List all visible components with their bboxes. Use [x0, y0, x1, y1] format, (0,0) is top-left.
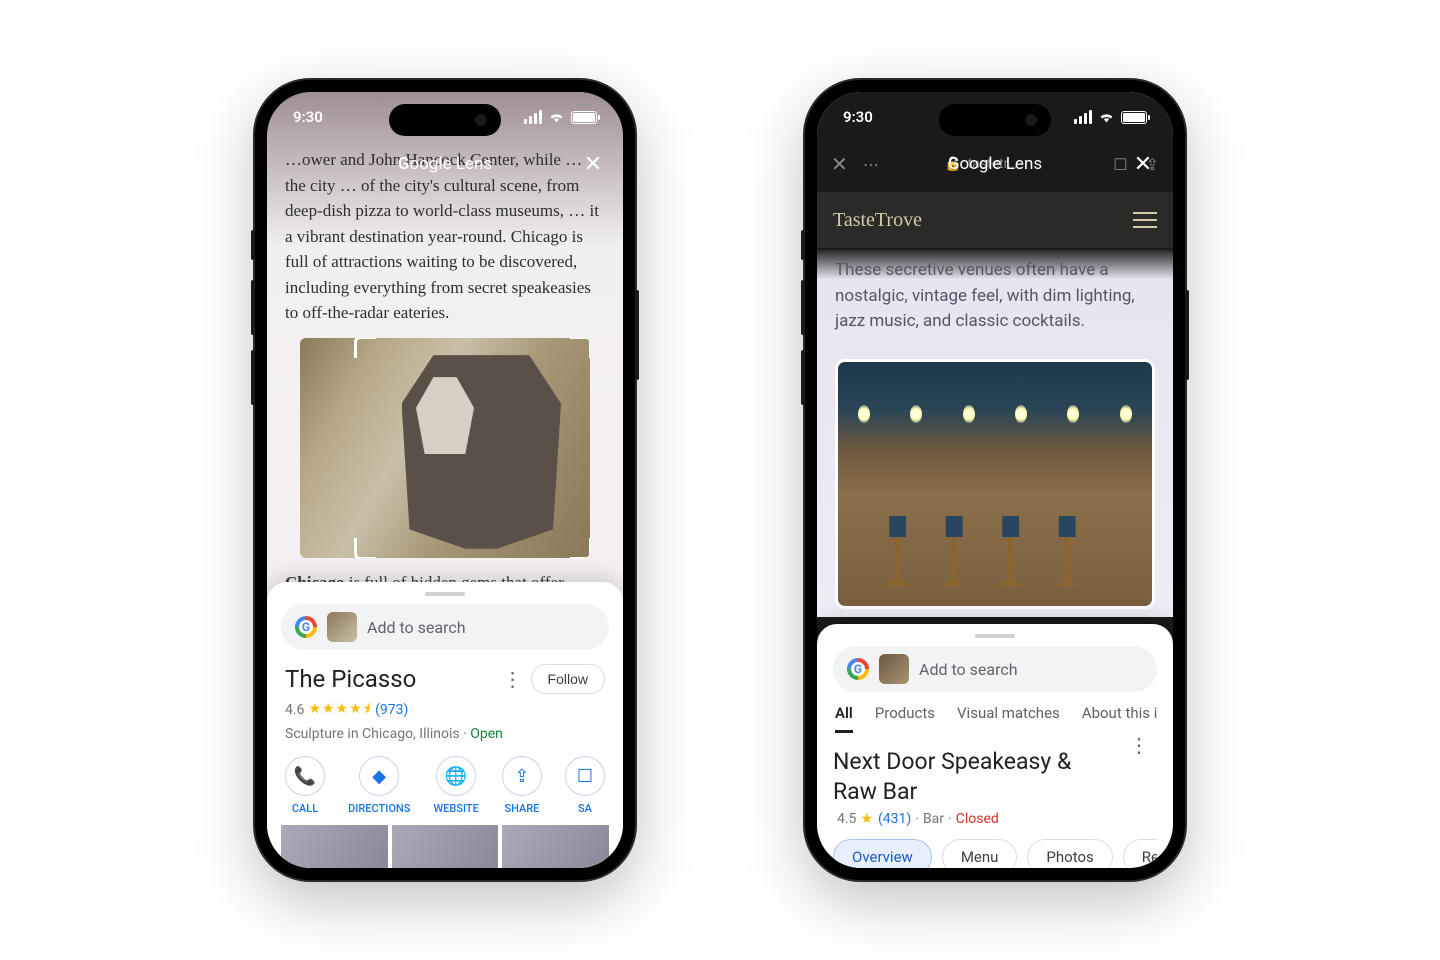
status-time: 9:30 — [843, 108, 873, 126]
rating-row: 4.5 ★ (431) ·Bar ·Closed — [833, 807, 1157, 827]
google-logo-icon — [295, 616, 317, 638]
add-to-search-input[interactable]: Add to search — [833, 646, 1157, 692]
lens-title: Google Lens — [948, 154, 1042, 174]
status-time: 9:30 — [293, 108, 323, 126]
battery-icon — [571, 111, 597, 124]
tab-products[interactable]: Products — [875, 704, 935, 733]
tab-visual-matches[interactable]: Visual matches — [957, 704, 1060, 733]
place-title: The Picasso — [285, 665, 495, 693]
chip-menu[interactable]: Menu — [942, 839, 1018, 868]
open-status: Open — [470, 726, 503, 742]
close-icon[interactable]: ✕ — [1129, 150, 1157, 178]
open-status: Closed — [956, 811, 999, 827]
search-thumb-icon — [327, 612, 357, 642]
search-thumb-icon — [879, 654, 909, 684]
chip-photos[interactable]: Photos — [1027, 839, 1112, 868]
detail-chips: Overview Menu Photos Review — [833, 839, 1157, 868]
google-logo-icon — [847, 658, 869, 680]
dynamic-island — [389, 104, 501, 136]
save-icon: ☐ — [565, 756, 605, 796]
result-tabs: All Products Visual matches About this i… — [833, 704, 1157, 733]
screen-left: 9:30 Google Lens ✕ …ower and John Hancoc… — [267, 92, 623, 868]
search-placeholder: Add to search — [919, 660, 1018, 679]
follow-button[interactable]: Follow — [531, 664, 605, 694]
lens-target-image[interactable] — [300, 338, 590, 558]
lens-title: Google Lens — [398, 154, 492, 174]
meta-row: Sculpture in Chicago, Illinois · Open — [281, 722, 609, 742]
share-icon: ⇪ — [502, 756, 542, 796]
signal-icon — [1074, 110, 1092, 124]
rating-value: 4.6 — [285, 702, 304, 718]
chip-reviews[interactable]: Review — [1123, 839, 1157, 868]
battery-icon — [1121, 111, 1147, 124]
action-strip: 📞CALL ◆DIRECTIONS 🌐WEBSITE ⇪SHARE ☐SA — [281, 742, 609, 815]
site-name[interactable]: TasteTrove — [833, 209, 922, 232]
signal-icon — [524, 110, 542, 124]
tab-about-image[interactable]: About this im — [1082, 704, 1157, 733]
review-count[interactable]: (973) — [375, 702, 408, 718]
wifi-icon — [548, 111, 565, 123]
background-article: These secretive venues often have a nost… — [817, 250, 1173, 617]
search-placeholder: Add to search — [367, 618, 466, 637]
website-icon: 🌐 — [436, 756, 476, 796]
tab-all[interactable]: All — [835, 704, 853, 733]
star-icon: ★ — [860, 811, 874, 827]
place-title: Next Door Speakeasy & Raw Bar — [833, 747, 1121, 807]
grabber-icon[interactable] — [425, 592, 465, 596]
grabber-icon[interactable] — [975, 634, 1015, 638]
save-button[interactable]: ☐SA — [565, 756, 605, 815]
screen-right: 9:30 ✕ ⋯ 🔒 tastetr… ☐ ⇪ TasteTrove — [817, 92, 1173, 868]
lens-header: Google Lens ✕ — [267, 142, 623, 186]
article-text: These secretive venues often have a nost… — [835, 258, 1155, 335]
more-icon[interactable]: ⋮ — [495, 667, 531, 691]
close-icon[interactable]: ✕ — [579, 150, 607, 178]
website-button[interactable]: 🌐WEBSITE — [433, 756, 478, 815]
results-sheet[interactable]: Add to search The Picasso ⋮ Follow 4.6 ★… — [267, 582, 623, 868]
call-icon: 📞 — [285, 756, 325, 796]
dynamic-island — [939, 104, 1051, 136]
wifi-icon — [1098, 111, 1115, 123]
lens-target-image[interactable] — [835, 359, 1155, 609]
results-sheet[interactable]: Add to search All Products Visual matche… — [817, 624, 1173, 868]
lens-header: Google Lens ✕ — [817, 142, 1173, 186]
call-button[interactable]: 📞CALL — [285, 756, 325, 815]
stars-icon: ★★★★⯨ — [308, 698, 371, 722]
rating-row: 4.6 ★★★★⯨ (973) — [281, 694, 609, 722]
more-icon[interactable]: ⋮ — [1121, 733, 1157, 757]
phone-left: 9:30 Google Lens ✕ …ower and John Hancoc… — [255, 80, 635, 880]
directions-icon: ◆ — [359, 756, 399, 796]
review-count[interactable]: (431) — [878, 811, 911, 827]
place-type: Bar — [923, 811, 944, 827]
hamburger-icon[interactable] — [1133, 212, 1157, 228]
add-to-search-input[interactable]: Add to search — [281, 604, 609, 650]
directions-button[interactable]: ◆DIRECTIONS — [348, 756, 410, 815]
phone-right: 9:30 ✕ ⋯ 🔒 tastetr… ☐ ⇪ TasteTrove — [805, 80, 1185, 880]
chip-overview[interactable]: Overview — [833, 839, 932, 868]
share-button[interactable]: ⇪SHARE — [502, 756, 542, 815]
photo-strip[interactable] — [281, 825, 609, 868]
rating-value: 4.5 — [837, 811, 856, 827]
site-header: TasteTrove — [817, 192, 1173, 248]
